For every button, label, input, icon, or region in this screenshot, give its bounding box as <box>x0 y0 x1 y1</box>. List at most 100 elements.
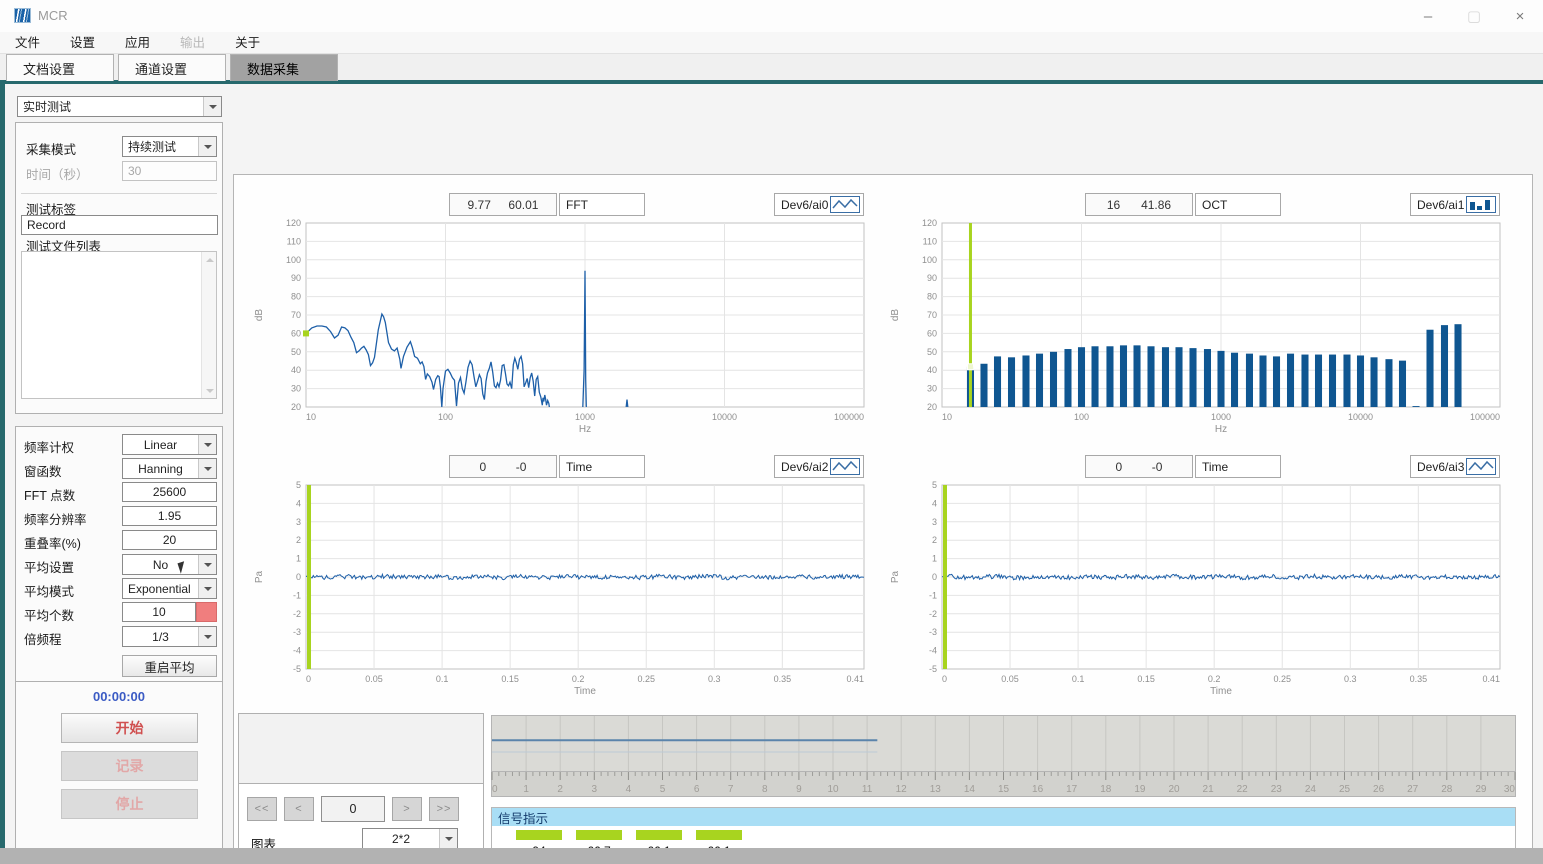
record-button: 记录 <box>61 751 198 781</box>
svg-text:0.05: 0.05 <box>1001 674 1019 684</box>
svg-text:1: 1 <box>932 554 937 564</box>
signal-level-bar <box>636 830 682 840</box>
menu-settings[interactable]: 设置 <box>55 32 110 54</box>
svg-text:-5: -5 <box>293 664 301 674</box>
overlap-input[interactable]: 20 <box>122 530 217 550</box>
maximize-button[interactable]: ▢ <box>1451 0 1497 32</box>
svg-text:5: 5 <box>296 481 301 490</box>
nav-next-button[interactable]: > <box>392 797 422 821</box>
svg-text:24: 24 <box>1305 784 1317 795</box>
weighting-label: 频率计权 <box>24 437 74 456</box>
svg-text:100000: 100000 <box>834 412 864 422</box>
app-title: MCR <box>38 8 68 23</box>
svg-text:100: 100 <box>1074 412 1089 422</box>
line-chart-icon <box>1466 458 1496 475</box>
svg-text:3: 3 <box>296 517 301 527</box>
fft-points-input[interactable]: 25600 <box>122 482 217 502</box>
recording-timeline[interactable]: 0123456789101112131415161718192021222324… <box>491 715 1516 797</box>
nav-index-value[interactable]: 0 <box>321 796 385 822</box>
oct-type-box[interactable]: OCT <box>1195 193 1281 216</box>
svg-text:0.35: 0.35 <box>774 674 792 684</box>
chevron-down-icon[interactable] <box>198 459 216 478</box>
stop-button: 停止 <box>61 789 198 819</box>
svg-text:dB: dB <box>254 309 265 322</box>
svg-text:29: 29 <box>1475 784 1487 795</box>
chevron-down-icon[interactable] <box>198 579 216 598</box>
chevron-down-icon[interactable] <box>198 137 216 156</box>
svg-text:Pa: Pa <box>890 570 901 583</box>
window-func-label: 窗函数 <box>24 461 62 480</box>
chart-layout-select[interactable]: 2*2 <box>362 828 458 849</box>
chevron-down-icon[interactable] <box>203 97 221 116</box>
minimize-button[interactable]: – <box>1405 0 1451 32</box>
acq-time-label: 时间（秒） <box>26 164 89 183</box>
menu-application[interactable]: 应用 <box>110 32 165 54</box>
time2-cursor-readout: 0 -0 <box>1085 455 1193 478</box>
acq-mode-select[interactable]: 持续测试 <box>122 136 217 157</box>
menu-about[interactable]: 关于 <box>220 32 275 54</box>
oct-cursor-readout: 16 41.86 <box>1085 193 1193 216</box>
svg-text:3: 3 <box>932 517 937 527</box>
chevron-down-icon[interactable] <box>198 555 216 574</box>
svg-text:Hz: Hz <box>1215 424 1227 435</box>
svg-text:0.15: 0.15 <box>1137 674 1155 684</box>
fft-chart[interactable]: 2030405060708090100110120101001000100001… <box>248 219 870 435</box>
start-button[interactable]: 开始 <box>61 713 198 743</box>
svg-text:5: 5 <box>932 481 937 490</box>
svg-text:0.1: 0.1 <box>1072 674 1085 684</box>
test-tag-input[interactable]: Record <box>21 215 218 235</box>
freq-resolution-input[interactable]: 1.95 <box>122 506 217 526</box>
window-func-select[interactable]: Hanning <box>122 458 217 479</box>
test-mode-select[interactable]: 实时测试 <box>17 96 222 117</box>
tab-data-acquisition[interactable]: 数据采集 <box>230 54 338 81</box>
svg-text:2: 2 <box>557 784 563 795</box>
svg-text:-3: -3 <box>929 627 937 637</box>
time1-type-box[interactable]: Time <box>559 455 645 478</box>
time1-channel-box[interactable]: Dev6/ai2 <box>774 455 864 478</box>
time1-cursor-readout: 0 -0 <box>449 455 557 478</box>
svg-text:Pa: Pa <box>254 570 265 583</box>
svg-text:4: 4 <box>932 498 937 508</box>
time2-chart[interactable]: -5-4-3-2-101234500.050.10.150.20.250.30.… <box>884 481 1506 697</box>
nav-last-button[interactable]: >> <box>429 797 459 821</box>
restart-average-button[interactable]: 重启平均 <box>122 655 217 677</box>
scroll-up-icon[interactable] <box>202 252 217 267</box>
octave-select[interactable]: 1/3 <box>122 626 217 647</box>
svg-text:0.05: 0.05 <box>365 674 383 684</box>
fft-channel-box[interactable]: Dev6/ai0 <box>774 193 864 216</box>
svg-text:120: 120 <box>922 219 937 228</box>
oct-channel-box[interactable]: Dev6/ai1 <box>1410 193 1500 216</box>
nav-prev-button[interactable]: < <box>284 797 314 821</box>
menu-bar: 文件 设置 应用 输出 关于 <box>0 32 1543 54</box>
svg-text:4: 4 <box>296 498 301 508</box>
chevron-down-icon[interactable] <box>198 435 216 454</box>
oct-chart[interactable]: 2030405060708090100110120101001000100001… <box>884 219 1506 435</box>
weighting-select[interactable]: Linear <box>122 434 217 455</box>
avg-count-input[interactable]: 10 <box>122 602 196 622</box>
svg-text:0.15: 0.15 <box>501 674 519 684</box>
time1-chart[interactable]: -5-4-3-2-101234500.050.10.150.20.250.30.… <box>248 481 870 697</box>
avg-setting-select[interactable]: No <box>122 554 217 575</box>
svg-text:9: 9 <box>796 784 802 795</box>
svg-text:10: 10 <box>827 784 839 795</box>
test-file-list[interactable] <box>21 251 217 399</box>
scroll-down-icon[interactable] <box>202 383 217 398</box>
time1-quadrant: 0 -0 Time Dev6/ai2 -5-4-3-2-101234500.05… <box>248 455 870 699</box>
svg-text:80: 80 <box>927 292 937 302</box>
svg-text:1: 1 <box>296 554 301 564</box>
time2-type-box[interactable]: Time <box>1195 455 1281 478</box>
menu-file[interactable]: 文件 <box>0 32 55 54</box>
tab-channel-settings[interactable]: 通道设置 <box>118 54 226 81</box>
tab-document-settings[interactable]: 文档设置 <box>6 54 114 81</box>
svg-text:16: 16 <box>1032 784 1044 795</box>
close-button[interactable]: × <box>1497 0 1543 32</box>
svg-text:-1: -1 <box>293 590 301 600</box>
chevron-down-icon[interactable] <box>198 627 216 646</box>
scrollbar[interactable] <box>201 252 216 398</box>
avg-mode-select[interactable]: Exponential <box>122 578 217 599</box>
fft-type-box[interactable]: FFT <box>559 193 645 216</box>
chevron-down-icon[interactable] <box>439 829 457 848</box>
svg-text:25: 25 <box>1339 784 1351 795</box>
nav-first-button[interactable]: << <box>247 797 277 821</box>
time2-channel-box[interactable]: Dev6/ai3 <box>1410 455 1500 478</box>
